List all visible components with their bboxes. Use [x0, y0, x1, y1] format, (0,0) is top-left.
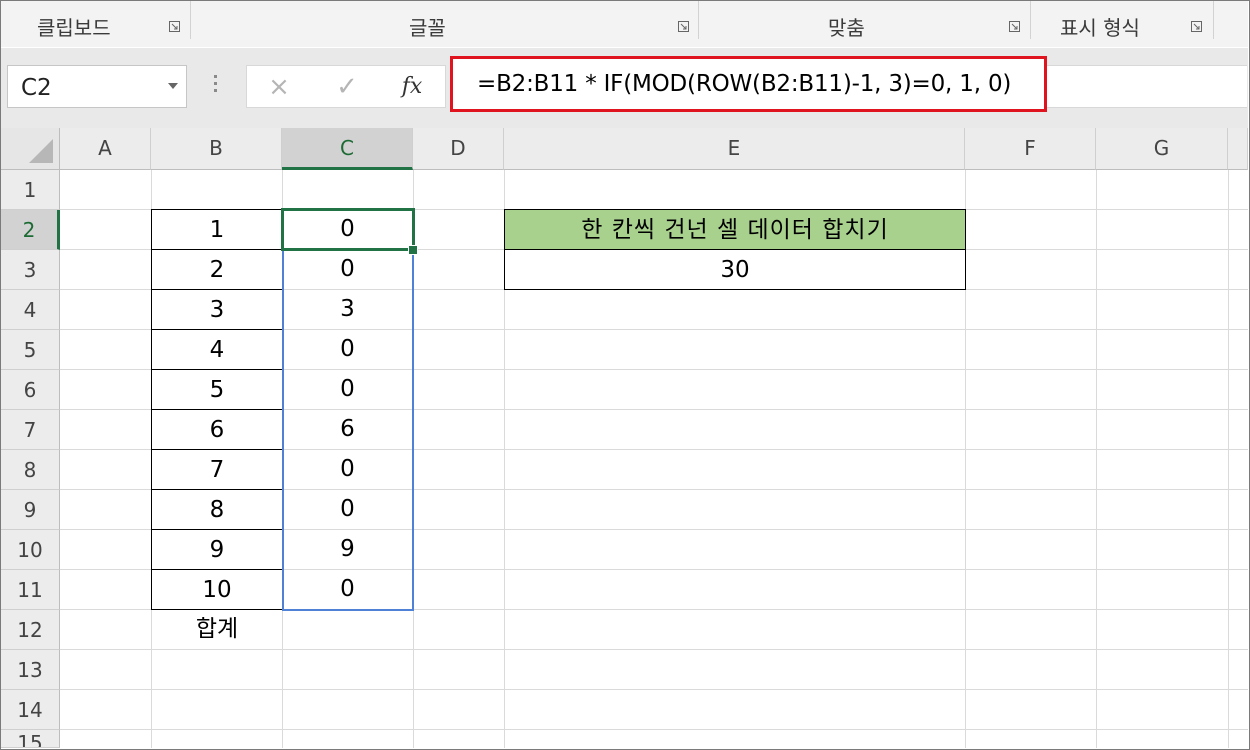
font-dialog-launcher-icon[interactable] — [678, 21, 689, 32]
cell-b10[interactable]: 9 — [151, 529, 283, 570]
gridline — [1096, 170, 1097, 748]
ribbon-group-alignment: 맞춤 — [699, 1, 1029, 47]
cancel-icon[interactable]: × — [264, 72, 294, 102]
spill-range-border — [282, 209, 414, 611]
name-box[interactable]: C2 — [7, 65, 187, 108]
row-header-10[interactable]: 10 — [1, 530, 60, 570]
alignment-dialog-launcher-icon[interactable] — [1009, 21, 1020, 32]
row-header-7[interactable]: 7 — [1, 410, 60, 450]
formula-text: =B2:B11 * IF(MOD(ROW(B2:B11)-1, 3)=0, 1,… — [477, 71, 1012, 97]
enter-icon[interactable]: ✓ — [332, 72, 362, 102]
fill-handle[interactable] — [408, 245, 418, 255]
row-header-12[interactable]: 12 — [1, 610, 60, 650]
formula-input[interactable]: =B2:B11 * IF(MOD(ROW(B2:B11)-1, 3)=0, 1,… — [450, 56, 1047, 112]
active-cell-selection — [281, 208, 415, 251]
name-box-value: C2 — [21, 75, 52, 101]
cell-b3[interactable]: 2 — [151, 249, 283, 290]
row-header-1[interactable]: 1 — [1, 170, 60, 210]
select-all-button[interactable] — [1, 128, 60, 170]
gridline — [60, 649, 1248, 650]
cell-b12-total-label[interactable]: 합계 — [151, 609, 283, 649]
column-header-e[interactable]: E — [504, 128, 965, 170]
cell-b6[interactable]: 5 — [151, 369, 283, 410]
number-format-dialog-launcher-icon[interactable] — [1191, 21, 1202, 32]
cell-b4[interactable]: 3 — [151, 289, 283, 330]
cell-b5[interactable]: 4 — [151, 329, 283, 370]
row-header-3[interactable]: 3 — [1, 250, 60, 290]
row-header-4[interactable]: 4 — [1, 290, 60, 330]
gridline — [60, 689, 1248, 690]
insert-function-button[interactable]: fx — [397, 72, 427, 102]
row-header-11[interactable]: 11 — [1, 570, 60, 610]
cell-b11[interactable]: 10 — [151, 569, 283, 610]
gridline — [1228, 170, 1229, 748]
cell-e2-title[interactable]: 한 칸씩 건넌 셀 데이터 합치기 — [504, 209, 966, 250]
cell-b9[interactable]: 8 — [151, 489, 283, 530]
ribbon-group-number-format: 표시 형식 — [1031, 1, 1211, 47]
ribbon-group-clipboard: 클립보드 — [1, 1, 189, 47]
cell-e3-result[interactable]: 30 — [504, 249, 966, 290]
ribbon-divider — [1213, 1, 1214, 39]
column-header-b[interactable]: B — [151, 128, 282, 170]
row-header-2[interactable]: 2 — [1, 210, 60, 250]
formula-bar: C2 × ✓ fx =B2:B11 * IF(MOD(ROW(B2:B11)-1… — [1, 48, 1248, 128]
formula-input-extension[interactable] — [1047, 65, 1247, 108]
ribbon-group-label: 글꼴 — [409, 16, 446, 40]
cell-b2[interactable]: 1 — [151, 209, 283, 250]
row-header-8[interactable]: 8 — [1, 450, 60, 490]
row-header-6[interactable]: 6 — [1, 370, 60, 410]
gridline — [60, 729, 1248, 730]
chevron-down-icon[interactable] — [168, 83, 178, 89]
column-header-d[interactable]: D — [413, 128, 504, 170]
ribbon-group-label: 클립보드 — [37, 16, 111, 40]
ribbon-group-label: 표시 형식 — [1060, 16, 1140, 40]
column-header-g[interactable]: G — [1096, 128, 1228, 170]
formula-buttons: × ✓ fx — [246, 65, 446, 108]
row-header-15[interactable]: 15 — [1, 730, 60, 748]
cell-b7[interactable]: 6 — [151, 409, 283, 450]
ribbon-group-font: 글꼴 — [191, 1, 697, 47]
column-header-f[interactable]: F — [965, 128, 1096, 170]
clipboard-dialog-launcher-icon[interactable] — [169, 21, 180, 32]
column-header-h[interactable] — [1228, 128, 1248, 170]
formula-bar-resize-handle[interactable] — [214, 75, 218, 97]
worksheet-grid[interactable]: A B C D E F G 1 2 3 4 5 6 7 8 9 10 11 12… — [1, 128, 1248, 748]
ribbon-group-bar: 클립보드 글꼴 맞춤 표시 형식 — [1, 1, 1248, 47]
row-header-14[interactable]: 14 — [1, 690, 60, 730]
column-header-c[interactable]: C — [282, 128, 413, 170]
cell-b8[interactable]: 7 — [151, 449, 283, 490]
row-header-9[interactable]: 9 — [1, 490, 60, 530]
row-header-5[interactable]: 5 — [1, 330, 60, 370]
column-header-a[interactable]: A — [60, 128, 151, 170]
ribbon-group-label: 맞춤 — [828, 16, 865, 40]
row-header-13[interactable]: 13 — [1, 650, 60, 690]
